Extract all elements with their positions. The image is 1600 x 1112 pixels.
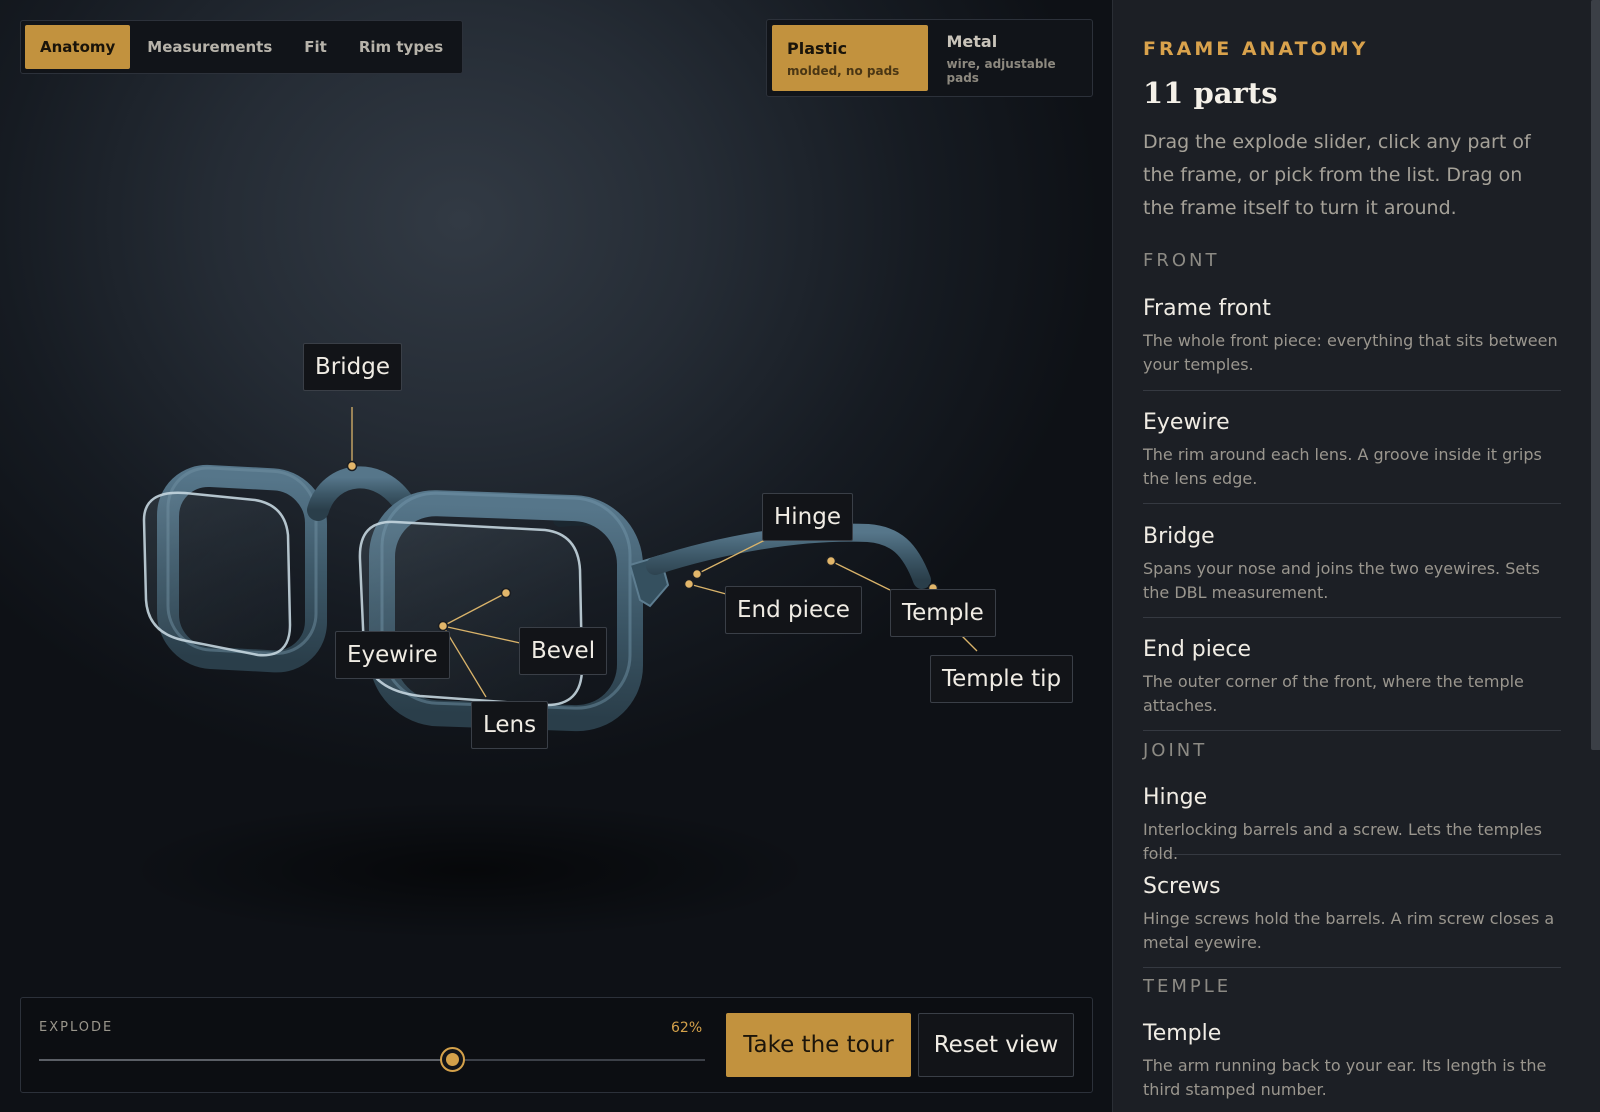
material-toggle: Plastic molded, no pads Metal wire, adju… bbox=[766, 19, 1093, 97]
reset-view-button[interactable]: Reset view bbox=[918, 1013, 1074, 1077]
part-item-screws[interactable]: Screws Hinge screws hold the barrels. A … bbox=[1143, 874, 1561, 968]
material-subtitle: wire, adjustable pads bbox=[946, 56, 1056, 85]
bridge-shape[interactable] bbox=[307, 466, 416, 521]
label-bridge[interactable]: Bridge bbox=[303, 343, 402, 391]
explode-panel: EXPLODE 62% Take the tour Reset view bbox=[20, 997, 1093, 1093]
part-item-frame-front[interactable]: Frame front The whole front piece: every… bbox=[1143, 296, 1561, 391]
label-eyewire[interactable]: Eyewire bbox=[335, 631, 450, 679]
part-description: Interlocking barrels and a screw. Lets t… bbox=[1143, 820, 1542, 863]
take-tour-button[interactable]: Take the tour bbox=[726, 1013, 911, 1077]
mode-tabs: Anatomy Measurements Fit Rim types bbox=[20, 20, 464, 74]
glasses-model[interactable] bbox=[0, 0, 1112, 1112]
part-item-hinge[interactable]: Hinge Interlocking barrels and a screw. … bbox=[1143, 785, 1561, 863]
explode-value: 62% bbox=[671, 1020, 703, 1036]
panel-scrollbar[interactable] bbox=[1591, 0, 1600, 1112]
part-name: End piece bbox=[1143, 637, 1252, 662]
part-item-end-piece[interactable]: End piece The outer corner of the front,… bbox=[1143, 637, 1561, 731]
part-description: Hinge screws hold the barrels. A rim scr… bbox=[1143, 909, 1555, 952]
part-name: Screws bbox=[1143, 874, 1221, 899]
tab-fit[interactable]: Fit bbox=[289, 25, 342, 69]
material-option-plastic[interactable]: Plastic molded, no pads bbox=[772, 25, 928, 91]
part-count: 11 parts bbox=[1143, 76, 1278, 110]
part-description: The arm running back to your ear. Its le… bbox=[1143, 1056, 1547, 1099]
part-description: Spans your nose and joins the two eyewir… bbox=[1143, 559, 1540, 602]
anatomy-panel[interactable]: FRAME ANATOMY 11 parts Drag the explode … bbox=[1112, 0, 1600, 1112]
material-subtitle: molded, no pads bbox=[787, 63, 900, 78]
label-lens[interactable]: Lens bbox=[471, 701, 549, 749]
group-heading-temple: TEMPLE bbox=[1143, 976, 1232, 997]
slider-fill bbox=[39, 1059, 452, 1061]
group-heading-joint: JOINT bbox=[1143, 740, 1208, 761]
part-name: Frame front bbox=[1143, 296, 1271, 321]
scrollbar-thumb[interactable] bbox=[1591, 0, 1600, 750]
slider-thumb[interactable] bbox=[439, 1047, 465, 1072]
part-item-eyewire[interactable]: Eyewire The rim around each lens. A groo… bbox=[1143, 410, 1561, 504]
tab-measurements[interactable]: Measurements bbox=[132, 25, 287, 69]
tab-anatomy[interactable]: Anatomy bbox=[25, 25, 131, 69]
explode-slider[interactable] bbox=[39, 1047, 705, 1072]
label-hinge[interactable]: Hinge bbox=[762, 493, 854, 541]
panel-eyebrow: FRAME ANATOMY bbox=[1143, 38, 1369, 60]
material-name: Plastic bbox=[787, 38, 848, 58]
part-name: Temple bbox=[1143, 1021, 1222, 1046]
material-option-metal[interactable]: Metal wire, adjustable pads bbox=[932, 25, 1088, 91]
panel-intro: Drag the explode slider, click any part … bbox=[1143, 131, 1531, 219]
label-bevel[interactable]: Bevel bbox=[519, 627, 608, 675]
part-name: Bridge bbox=[1143, 524, 1215, 549]
part-description: The rim around each lens. A groove insid… bbox=[1143, 445, 1542, 488]
part-item-temple[interactable]: Temple The arm running back to your ear.… bbox=[1143, 1021, 1561, 1112]
label-end-piece[interactable]: End piece bbox=[725, 586, 862, 634]
tab-rim-types[interactable]: Rim types bbox=[344, 25, 458, 69]
group-heading-front: FRONT bbox=[1143, 250, 1220, 271]
part-description: The outer corner of the front, where the… bbox=[1143, 672, 1524, 715]
label-temple-tip[interactable]: Temple tip bbox=[930, 655, 1074, 703]
material-name: Metal bbox=[946, 31, 998, 51]
part-description: The whole front piece: everything that s… bbox=[1143, 331, 1558, 374]
model-viewport[interactable]: Anatomy Measurements Fit Rim types Plast… bbox=[0, 0, 1112, 1112]
part-name: Hinge bbox=[1143, 785, 1208, 810]
part-name: Eyewire bbox=[1143, 410, 1230, 435]
label-temple[interactable]: Temple bbox=[890, 589, 996, 637]
left-lens[interactable] bbox=[142, 491, 292, 657]
part-item-bridge[interactable]: Bridge Spans your nose and joins the two… bbox=[1143, 524, 1561, 618]
explode-label: EXPLODE bbox=[39, 1020, 114, 1035]
